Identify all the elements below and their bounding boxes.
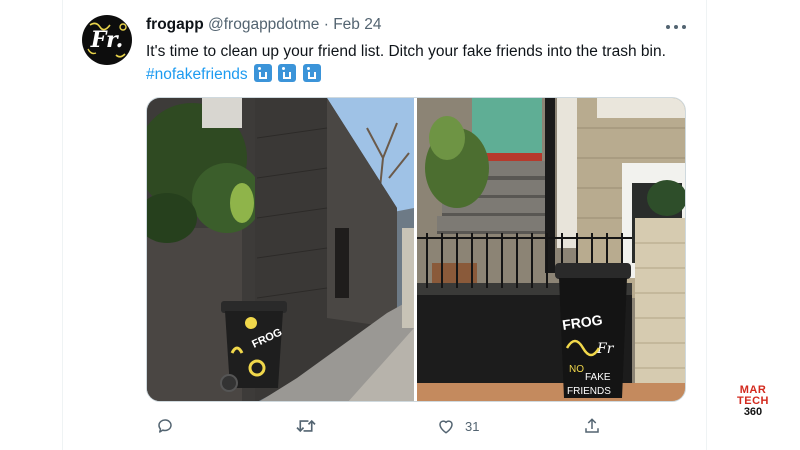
put-litter-in-bin-emoji-icon [302,64,321,82]
more-options-icon[interactable] [664,14,688,38]
retweet-button[interactable] [296,413,316,439]
tweet-date[interactable]: Feb 24 [333,16,381,33]
tweet-media[interactable]: FROG FROG Fr NO FAKE FRIENDS [146,97,686,402]
tweet-body: It's time to clean up your friend list. … [146,43,666,60]
tweet[interactable]: Fr. frogapp @frogappdotme · Feb 24 It's … [78,0,706,450]
avatar-logo-text: Fr. [90,27,124,53]
heart-icon [439,420,453,434]
retweet-icon [296,419,316,433]
right-bin-graffiti-no: NO [569,364,584,375]
timeline-right-border [706,0,707,450]
reply-button[interactable] [156,413,174,439]
share-icon [585,418,599,433]
right-bin-graffiti-fake: FAKE [585,372,611,383]
photo-alley-bin[interactable]: FROG [147,98,414,401]
tweet-actions: 31 [146,413,686,439]
like-button[interactable]: 31 [437,413,479,439]
right-bin-graffiti-friends: FRIENDS [567,386,611,397]
tweet-header: frogapp @frogappdotme · Feb 24 [146,16,381,38]
tweet-text: It's time to clean up your friend list. … [146,40,686,86]
logo-line-360: 360 [743,406,763,418]
put-litter-in-bin-emoji-icon [254,64,272,82]
user-handle[interactable]: @frogappdotme [208,16,319,33]
photo-garden-bin[interactable]: FROG Fr NO FAKE FRIENDS [417,98,685,401]
avatar[interactable]: Fr. [82,15,132,65]
put-litter-in-bin-emoji-icon [278,64,297,82]
hashtag-link[interactable]: #nofakefriends [146,66,248,83]
timeline-left-border [62,0,63,450]
reply-icon [158,419,172,433]
like-count: 31 [465,418,480,434]
martech360-logo: MAR TECH 360 [733,385,773,418]
share-button[interactable] [583,413,601,439]
display-name[interactable]: frogapp [146,16,204,33]
header-separator: · [323,16,329,33]
